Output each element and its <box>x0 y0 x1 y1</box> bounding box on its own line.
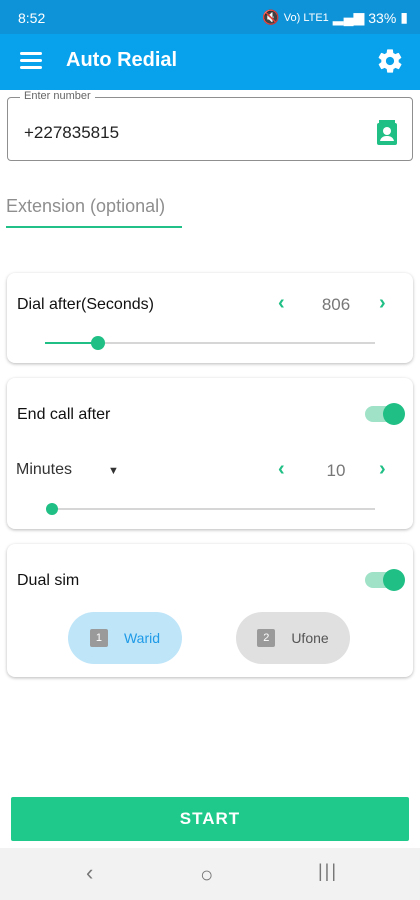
battery-icon: ▮ <box>400 9 408 25</box>
phone-number-field[interactable]: Enter number +227835815 <box>7 90 413 161</box>
extension-input[interactable]: Extension (optional) <box>6 196 182 228</box>
dual-sim-toggle[interactable] <box>365 569 405 591</box>
dual-sim-card: Dual sim 1 Warid 2 Ufone <box>7 544 413 677</box>
system-nav-bar: ‹ ○ ||| <box>0 848 420 900</box>
dial-after-slider-fill <box>45 342 98 344</box>
end-call-decrease-icon[interactable]: ‹ <box>278 458 285 481</box>
sim-2-label: Ufone <box>291 630 329 646</box>
mute-icon: 🔇 <box>262 9 280 25</box>
sim-2-badge: 2 <box>257 629 276 647</box>
gear-icon[interactable] <box>376 47 404 75</box>
status-time: 8:52 <box>18 10 46 26</box>
dial-after-increase-icon[interactable]: › <box>379 292 386 315</box>
end-call-toggle-thumb <box>383 403 405 425</box>
dial-after-slider-thumb[interactable] <box>90 336 105 350</box>
end-call-card: End call after Minutes ▼ ‹ 10 › <box>7 378 413 529</box>
dial-after-decrease-icon[interactable]: ‹ <box>278 292 285 315</box>
menu-icon[interactable] <box>20 52 42 72</box>
sim-2-button[interactable]: 2 Ufone <box>236 612 350 664</box>
home-icon[interactable]: ○ <box>200 862 213 888</box>
dial-after-label: Dial after(Seconds) <box>17 296 154 313</box>
back-icon[interactable]: ‹ <box>86 860 93 886</box>
chevron-down-icon: ▼ <box>108 465 119 477</box>
dual-sim-toggle-thumb <box>383 569 405 591</box>
end-call-slider[interactable] <box>46 503 375 515</box>
battery-text: 33% <box>368 9 397 26</box>
dial-after-card: Dial after(Seconds) ‹ 806 › <box>7 273 413 363</box>
phone-number-label: Enter number <box>20 90 95 102</box>
network-label: Vo) LTE1 <box>283 11 329 24</box>
unit-dropdown-value: Minutes <box>16 461 73 478</box>
app-bar: Auto Redial <box>0 34 420 90</box>
sim-1-button[interactable]: 1 Warid <box>68 612 182 664</box>
end-call-value: 10 <box>326 461 346 480</box>
end-call-toggle[interactable] <box>365 403 405 425</box>
recents-icon[interactable]: ||| <box>318 861 338 882</box>
end-call-slider-thumb[interactable] <box>46 503 58 515</box>
status-icons: 🔇 Vo) LTE1 ▂▄▆ 33% ▮ <box>262 9 408 26</box>
dial-after-value: 806 <box>321 295 351 314</box>
end-call-increase-icon[interactable]: › <box>379 458 386 481</box>
sim-1-label: Warid <box>123 630 161 646</box>
dual-sim-label: Dual sim <box>17 572 80 589</box>
phone-number-value[interactable]: +227835815 <box>24 123 119 143</box>
app-title: Auto Redial <box>66 49 178 71</box>
sim-1-badge: 1 <box>89 629 108 647</box>
end-call-label: End call after <box>17 406 111 423</box>
signal-icon: ▂▄▆ <box>332 9 365 25</box>
dial-after-slider[interactable] <box>45 336 375 350</box>
unit-dropdown[interactable]: Minutes ▼ <box>16 461 119 479</box>
contact-book-icon[interactable] <box>376 120 398 146</box>
status-bar: 8:52 🔇 Vo) LTE1 ▂▄▆ 33% ▮ <box>0 0 420 34</box>
start-button[interactable]: START <box>11 797 409 841</box>
